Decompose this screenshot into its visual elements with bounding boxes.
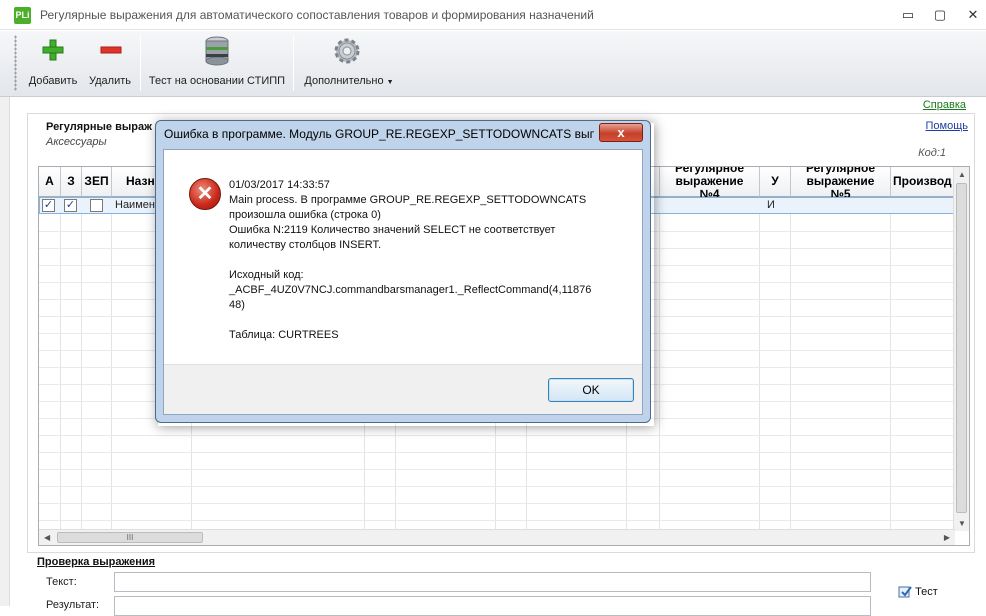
column-header-regex5[interactable]: Регулярное выражение №5 [791,167,891,201]
app-logo-icon: PLi [14,7,31,24]
row-divider [39,486,955,487]
add-button[interactable]: Добавить [24,33,82,93]
scroll-down-icon[interactable]: ▼ [958,519,966,528]
toolbar: Добавить Удалить Тест на основании СТИПП… [0,31,986,97]
message-line: количеству столбцов INSERT. [229,239,382,251]
active-checkbox[interactable]: ✓ [42,199,55,212]
assist-link[interactable]: Помощь [926,120,969,132]
dialog-footer: OK [164,364,642,414]
result-label: Результат: [46,599,100,611]
window-title: Регулярные выражения для автоматического… [40,8,594,22]
section-title: Регулярные выраж [46,121,152,133]
u-cell[interactable]: И [767,199,775,211]
minimize-button[interactable]: ▭ [895,6,921,24]
column-header-a[interactable]: А [39,167,61,197]
gear-icon [334,38,360,64]
error-message: 01/03/2017 14:33:57 Main process. В прог… [229,178,629,343]
dialog-close-button[interactable]: x [599,123,643,142]
vertical-scrollbar[interactable]: ▲ ▼ [953,167,969,531]
row-divider [39,452,955,453]
z-checkbox[interactable]: ✓ [64,199,77,212]
message-line: Исходный код: [229,269,304,281]
plus-icon [42,39,64,61]
column-header-u[interactable]: У [760,167,791,197]
message-line: произошла ошибка (строка 0) [229,209,381,221]
text-label: Текст: [46,576,77,588]
message-line: 48) [229,299,245,311]
column-header-zep[interactable]: ЗЕП [82,167,112,197]
title-bar: PLi Регулярные выражения для автоматичес… [0,0,986,30]
message-line: Main process. В программе GROUP_RE.REGEX… [229,194,587,206]
toolbar-grip[interactable] [14,35,17,91]
row-divider [39,520,955,521]
more-button-label: Дополнительно ▼ [304,75,394,87]
row-divider [39,503,955,504]
zep-checkbox[interactable] [90,199,103,212]
chevron-down-icon: ▼ [386,79,394,86]
check-section-title: Проверка выражения [37,556,156,568]
scroll-right-icon[interactable]: ▶ [944,533,950,542]
message-line: _ACBF_4UZ0V7NCJ.commandbarsmanager1._Ref… [229,284,592,296]
column-header-z[interactable]: З [61,167,82,197]
dialog-body: ✕ 01/03/2017 14:33:57 Main process. В пр… [163,149,643,415]
vertical-scroll-thumb[interactable] [956,183,967,513]
toolbar-separator [140,35,141,91]
more-dropdown-button[interactable]: Дополнительно ▼ [298,33,400,93]
error-dialog: Ошибка в программе. Модуль GROUP_RE.REGE… [155,120,651,423]
toolbar-separator [293,35,294,91]
horizontal-scroll-thumb[interactable]: III [57,532,203,543]
error-icon: ✕ [189,178,221,210]
add-button-label: Добавить [28,75,78,87]
message-line: 01/03/2017 14:33:57 [229,179,330,191]
column-header-regex4[interactable]: Регулярное выражение №4 [660,167,760,201]
database-icon [205,36,229,66]
test-icon [898,586,912,598]
message-line [229,313,629,328]
message-line: Таблица: CURTREES [229,329,339,341]
horizontal-scrollbar[interactable]: ◀ III ▶ [39,529,955,545]
code-label: Код:1 [918,147,946,159]
minus-icon [100,46,122,54]
ok-button[interactable]: OK [548,378,634,402]
test-stipp-label: Тест на основании СТИПП [148,75,286,87]
left-panel-strip [0,97,10,606]
scroll-left-icon[interactable]: ◀ [44,533,50,542]
message-line [229,253,629,268]
maximize-button[interactable]: ▢ [927,6,953,24]
row-divider [39,435,955,436]
result-input[interactable] [114,596,871,616]
test-button[interactable]: Тест [898,585,938,599]
dialog-title: Ошибка в программе. Модуль GROUP_RE.REGE… [164,127,594,141]
delete-button-label: Удалить [89,75,131,87]
test-stipp-button[interactable]: Тест на основании СТИПП [144,33,290,93]
text-input[interactable] [114,572,871,592]
column-header-producer[interactable]: Производ [891,167,955,197]
message-line: Ошибка N:2119 Количество значений SELECT… [229,224,556,236]
test-button-label: Тест [915,585,938,598]
scroll-up-icon[interactable]: ▲ [958,170,966,179]
delete-button[interactable]: Удалить [84,33,136,93]
row-divider [39,469,955,470]
help-link[interactable]: Справка [923,99,966,111]
close-window-button[interactable]: ✕ [960,6,986,24]
section-subtitle: Аксессуары [46,136,107,148]
